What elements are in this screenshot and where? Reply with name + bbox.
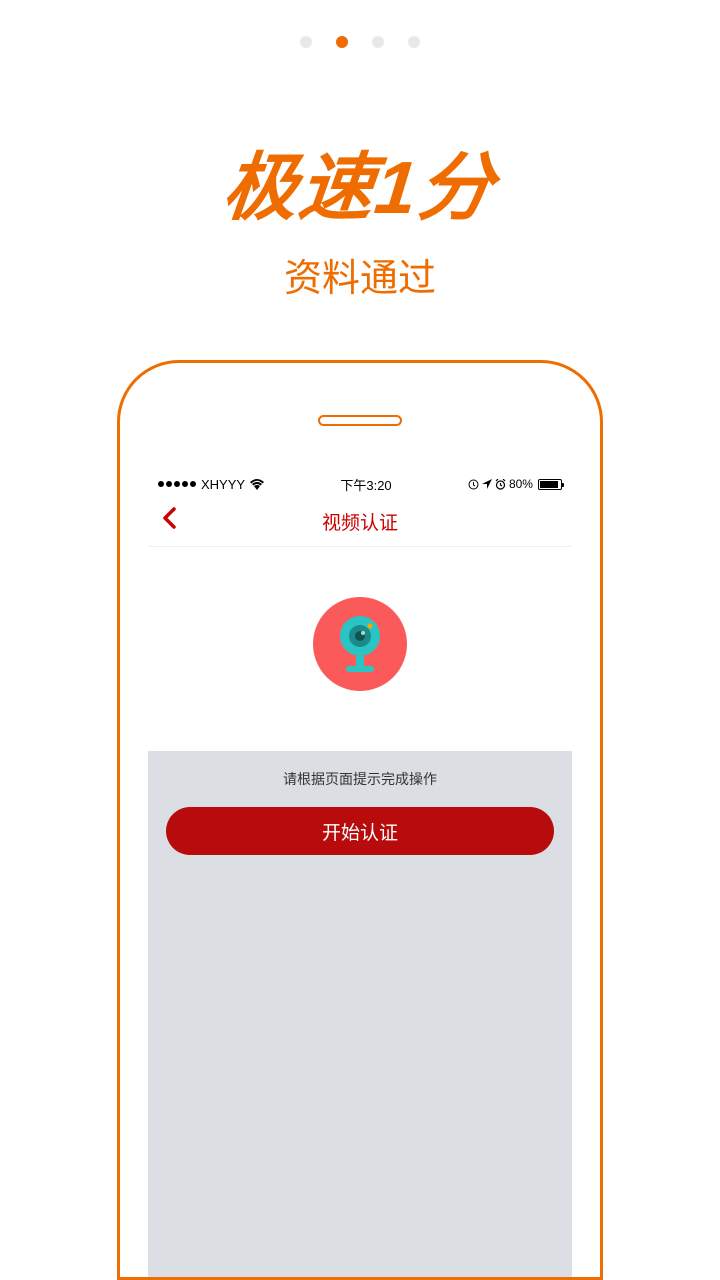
camera-icon bbox=[334, 614, 386, 674]
indicator-dot[interactable] bbox=[372, 36, 384, 48]
indicator-dot[interactable] bbox=[300, 36, 312, 48]
status-right: 80% bbox=[468, 477, 562, 491]
instruction-text: 请根据页面提示完成操作 bbox=[166, 769, 554, 789]
back-button[interactable] bbox=[162, 507, 176, 536]
action-section: 请根据页面提示完成操作 开始认证 bbox=[148, 751, 572, 855]
battery-percent: 80% bbox=[509, 477, 533, 491]
signal-icon bbox=[158, 481, 196, 487]
status-bar: XHYYY 下午3:20 80% bbox=[148, 471, 572, 497]
headline: 极速1分 资料通过 bbox=[0, 128, 720, 302]
battery-icon bbox=[538, 479, 562, 490]
status-left: XHYYY bbox=[158, 477, 264, 492]
chevron-left-icon bbox=[162, 507, 176, 529]
location-icon bbox=[482, 479, 492, 489]
page-indicators bbox=[0, 0, 720, 48]
phone-frame: XHYYY 下午3:20 80% 视频认证 bbox=[117, 360, 603, 1280]
headline-sub: 资料通过 bbox=[0, 247, 720, 302]
headline-big: 极速1分 bbox=[219, 128, 501, 235]
camera-circle[interactable] bbox=[313, 597, 407, 691]
status-time: 下午3:20 bbox=[340, 475, 391, 494]
indicator-dot[interactable] bbox=[408, 36, 420, 48]
carrier-label: XHYYY bbox=[201, 477, 245, 492]
nav-title: 视频认证 bbox=[322, 508, 398, 535]
indicator-dot-active[interactable] bbox=[336, 36, 348, 48]
lock-icon bbox=[468, 479, 479, 490]
alarm-icon bbox=[495, 479, 506, 490]
wifi-icon bbox=[250, 479, 264, 490]
phone-speaker bbox=[318, 415, 402, 426]
camera-section bbox=[148, 547, 572, 751]
start-verify-button[interactable]: 开始认证 bbox=[166, 807, 554, 855]
nav-bar: 视频认证 bbox=[148, 497, 572, 547]
phone-screen: XHYYY 下午3:20 80% 视频认证 bbox=[148, 471, 572, 1277]
